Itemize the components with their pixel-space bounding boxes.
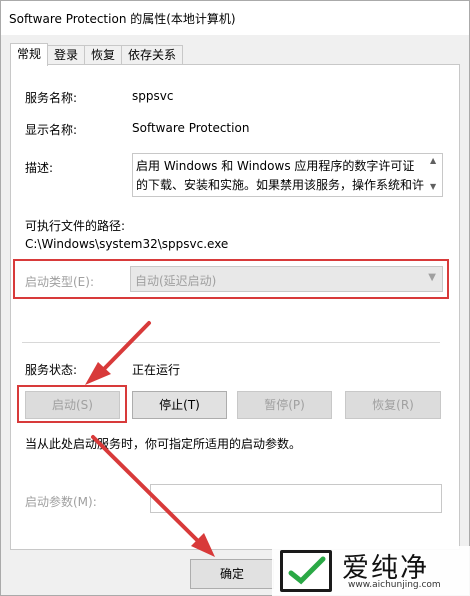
description-label: 描述:: [25, 161, 54, 175]
start-params-label: 启动参数(M):: [25, 495, 97, 509]
start-params-input[interactable]: [150, 484, 442, 513]
exe-path-value: C:\Windows\system32\sppsvc.exe: [25, 237, 229, 251]
startup-type-highlight: [13, 259, 449, 299]
start-params-hint: 当从此处启动服务时，你可指定所适用的启动参数。: [25, 437, 302, 451]
watermark: 爱纯净 www.aichunjing.com: [272, 546, 470, 596]
watermark-url: www.aichunjing.com: [348, 580, 441, 590]
pause-button[interactable]: 暂停(P): [237, 391, 332, 419]
tab-strip: 常规 登录 恢复 依存关系: [10, 43, 184, 66]
section-divider: [22, 342, 440, 343]
window-title: Software Protection 的属性(本地计算机): [9, 12, 236, 26]
ok-button[interactable]: 确定: [190, 559, 274, 589]
description-scrollbar[interactable]: ▲ ▼: [426, 154, 442, 196]
general-tab-panel: 服务名称: sppsvc 显示名称: Software Protection 描…: [10, 64, 460, 550]
scroll-up-icon[interactable]: ▲: [430, 156, 436, 165]
title-bar[interactable]: Software Protection 的属性(本地计算机): [1, 1, 469, 35]
exe-path-label: 可执行文件的路径:: [25, 219, 126, 233]
display-name-value[interactable]: Software Protection: [132, 121, 249, 135]
start-button-highlight: [17, 385, 127, 423]
stop-button[interactable]: 停止(T): [132, 391, 227, 419]
service-name-value: sppsvc: [132, 89, 174, 103]
display-name-label: 显示名称:: [25, 123, 78, 137]
tab-logon[interactable]: 登录: [47, 45, 86, 65]
watermark-logo-icon: [280, 550, 332, 592]
description-text: 启用 Windows 和 Windows 应用程序的数字许可证的下载、安装和实施…: [136, 159, 425, 192]
properties-dialog: Software Protection 的属性(本地计算机) 常规 登录 恢复 …: [0, 0, 470, 596]
service-status-value: 正在运行: [132, 363, 181, 377]
resume-button[interactable]: 恢复(R): [345, 391, 441, 419]
service-status-label: 服务状态:: [25, 363, 78, 377]
tab-recovery[interactable]: 恢复: [84, 45, 123, 65]
scroll-down-icon[interactable]: ▼: [430, 182, 436, 191]
tab-dependencies[interactable]: 依存关系: [121, 45, 184, 65]
description-textbox[interactable]: 启用 Windows 和 Windows 应用程序的数字许可证的下载、安装和实施…: [132, 153, 443, 197]
service-name-label: 服务名称:: [25, 91, 78, 105]
tab-general[interactable]: 常规: [10, 43, 49, 66]
